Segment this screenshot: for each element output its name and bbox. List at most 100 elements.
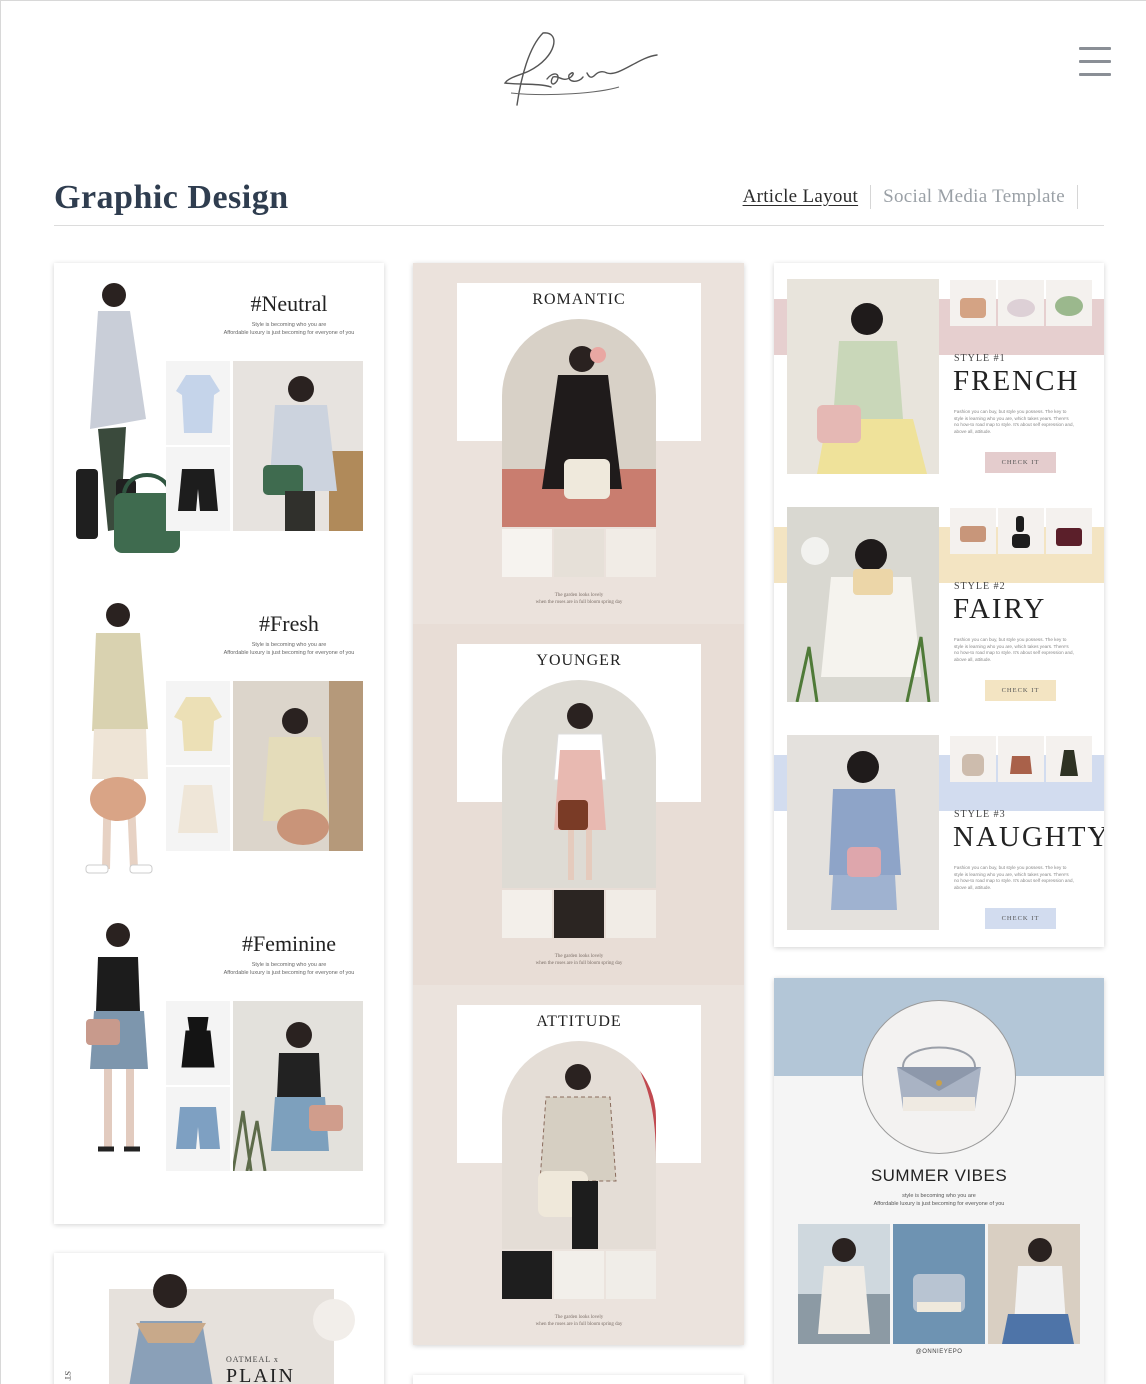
- summer-vibes-card[interactable]: SUMMER VIBES style is becoming who you a…: [774, 978, 1104, 1384]
- tab-divider: [870, 185, 872, 209]
- decor-circle: [313, 1299, 355, 1341]
- tagline-line: Style is becoming who you are: [251, 962, 327, 968]
- product-thumbnail: [554, 529, 604, 577]
- bag-thumbnail: [1046, 508, 1092, 554]
- oatmeal-plain-card[interactable]: OATMEAL x PLAIN ST: [54, 1253, 384, 1384]
- model-photo: [553, 703, 607, 880]
- page-title: Graphic Design: [54, 179, 289, 216]
- tagline-line: Style is becoming who you are: [251, 642, 327, 648]
- tagline-line: Affordable luxury is just becoming for e…: [223, 970, 355, 976]
- lookbook-section-feminine: #Feminine Style is becoming who you are …: [54, 903, 384, 1223]
- product-thumbnail: [606, 1251, 656, 1299]
- bag-icon: [962, 754, 984, 776]
- tagline-line: Style is becoming who you are: [251, 322, 327, 328]
- check-it-button[interactable]: CHECK IT: [985, 452, 1056, 473]
- cardigan-thumbnail: [166, 681, 230, 765]
- rosie-signature-logo[interactable]: [499, 27, 661, 109]
- styled-photo: [233, 1001, 363, 1171]
- skirt-thumbnail: [166, 767, 230, 851]
- style-row-fairy: STYLE #2 FAIRY Fashion you can buy, but …: [774, 491, 1104, 719]
- style-description: Fashion you can buy, but style you posse…: [954, 409, 1074, 434]
- camisole-thumbnail: [166, 1001, 230, 1085]
- style-word: FRENCH: [953, 365, 1080, 397]
- summer-vibes-subtitle: style is becoming who you are Affordable…: [774, 1192, 1104, 1208]
- model-photo: [502, 346, 656, 527]
- denim-shorts-thumbnail: [166, 1087, 230, 1171]
- style-label: STYLE #3: [954, 809, 1006, 820]
- lookbook-section-fresh: #Fresh Style is becoming who you are Aff…: [54, 583, 384, 903]
- arch-photo: [502, 680, 656, 888]
- styled-photo: [233, 361, 363, 531]
- style-row-french: STYLE #1 FRENCH Fashion you can buy, but…: [774, 263, 1104, 491]
- arch-panel-younger: YOUNGER The garden looks lovely when the…: [413, 624, 744, 985]
- style-description: Fashion you can buy, but style you posse…: [954, 637, 1074, 662]
- bag-thumbnail: [998, 280, 1044, 326]
- shorts-thumbnail: [166, 447, 230, 531]
- hamburger-menu-button[interactable]: [1079, 47, 1111, 77]
- model-photo: [787, 507, 939, 702]
- category-tabs: Article Layout Social Media Template: [743, 185, 1090, 209]
- product-thumbnail: [606, 529, 656, 577]
- subtitle-line: Affordable luxury is just becoming for e…: [873, 1201, 1005, 1207]
- product-thumbnail: [502, 890, 552, 938]
- section-title: #Feminine: [241, 931, 337, 956]
- panel-caption: The garden looks lovely when the roses a…: [503, 1314, 655, 1328]
- check-it-button[interactable]: CHECK IT: [985, 908, 1056, 929]
- instagram-handle: @ONNIEYEPO: [915, 1349, 963, 1355]
- arch-panel-romantic: ROMANTIC The garden looks lovely when th…: [413, 263, 744, 624]
- section-tagline: Style is becoming who you are Affordable…: [194, 321, 384, 337]
- product-thumbnail: [554, 890, 604, 938]
- section-tagline: Style is becoming who you are Affordable…: [194, 641, 384, 657]
- styled-photo: [233, 681, 363, 851]
- bag-icon: [960, 298, 986, 318]
- model-photo: [538, 1041, 656, 1249]
- tab-social-media-template[interactable]: Social Media Template: [883, 186, 1065, 208]
- arch-photo: [502, 1041, 656, 1249]
- style-word: NAUGHTY: [953, 821, 1104, 853]
- panel-caption: The garden looks lovely when the roses a…: [503, 592, 655, 606]
- style-label: STYLE #1: [954, 353, 1006, 364]
- bag-thumbnail: [998, 736, 1044, 782]
- style-word: FAIRY: [953, 593, 1047, 625]
- bag-icon: [960, 526, 986, 542]
- caption-line: The garden looks lovely: [554, 1315, 604, 1320]
- section-tagline: Style is becoming who you are Affordable…: [194, 961, 384, 977]
- bag-icon: [1056, 528, 1082, 546]
- bag-icon: [1060, 750, 1078, 776]
- tagline-line: Affordable luxury is just becoming for e…: [223, 650, 355, 656]
- bag-icon: [1012, 516, 1030, 548]
- hamburger-icon: [1079, 47, 1111, 50]
- hamburger-icon-line: [1079, 60, 1111, 63]
- bag-thumbnail: [1046, 280, 1092, 326]
- panel-caption: The garden looks lovely when the roses a…: [503, 953, 655, 967]
- check-it-button[interactable]: CHECK IT: [985, 680, 1056, 701]
- style-label: STYLE #2: [954, 581, 1006, 592]
- panel-title: ROMANTIC: [532, 291, 626, 308]
- style-layout-card[interactable]: STYLE #1 FRENCH Fashion you can buy, but…: [774, 263, 1104, 947]
- caption-line: when the roses are in full bloom spring …: [535, 600, 623, 605]
- collab-word: PLAIN: [226, 1365, 295, 1384]
- next-card-peek[interactable]: [413, 1375, 744, 1384]
- style-description: Fashion you can buy, but style you posse…: [954, 865, 1074, 890]
- bag-thumbnail: [950, 508, 996, 554]
- tagline-line: Affordable luxury is just becoming for e…: [223, 330, 355, 336]
- model-photo: [129, 1274, 213, 1384]
- panel-title: YOUNGER: [536, 652, 622, 669]
- summer-vibes-title: SUMMER VIBES: [870, 1166, 1008, 1185]
- bag-icon: [1055, 296, 1083, 316]
- lookbook-section-neutral: #Neutral Style is becoming who you are A…: [54, 263, 384, 583]
- shirt-thumbnail: [166, 361, 230, 445]
- product-thumbnail: [502, 529, 552, 577]
- arch-panel-attitude: ATTITUDE The garden looks lovely when th…: [413, 985, 744, 1345]
- tab-article-layout[interactable]: Article Layout: [743, 186, 859, 208]
- bag-feature-circle: [862, 1000, 1016, 1154]
- model-photo: [988, 1224, 1080, 1344]
- bag-icon: [1010, 756, 1032, 774]
- product-thumbnail: [502, 1251, 552, 1299]
- product-thumbnail: [554, 1251, 604, 1299]
- arch-layout-card[interactable]: ROMANTIC The garden looks lovely when th…: [413, 263, 744, 1345]
- bag-thumbnail: [950, 280, 996, 326]
- lookbook-neutral-card[interactable]: #Neutral Style is becoming who you are A…: [54, 263, 384, 1224]
- section-title: #Neutral: [250, 291, 328, 316]
- bag-thumbnail: [950, 736, 996, 782]
